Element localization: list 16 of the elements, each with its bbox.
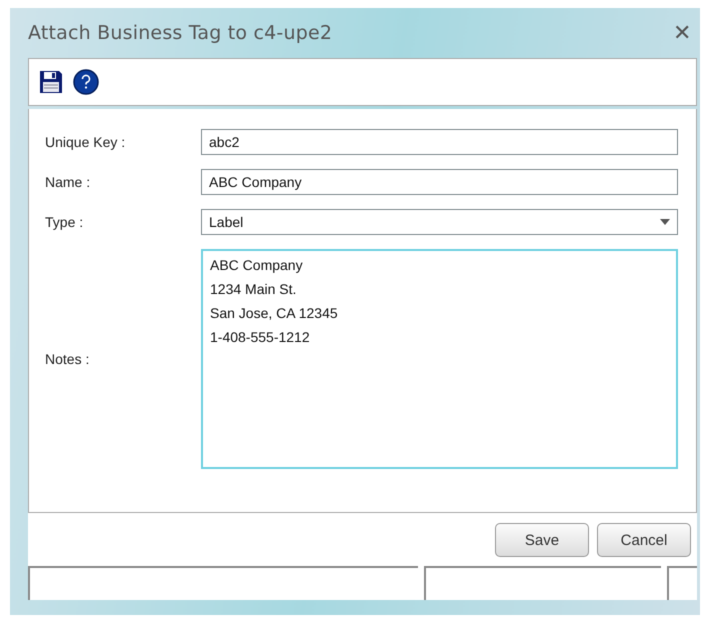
status-cell: [667, 566, 697, 600]
dialog-button[interactable]: Cancel: [597, 523, 691, 557]
field-label: Notes :: [45, 351, 90, 367]
type-dropdown[interactable]: Label: [201, 209, 678, 235]
save-icon[interactable]: [39, 70, 63, 94]
dialog-button[interactable]: Save: [495, 523, 589, 557]
field-label: Type :: [45, 214, 84, 230]
window-title: Attach Business Tag to c4-upe2: [28, 22, 332, 44]
close-button[interactable]: ✕: [667, 20, 697, 46]
text-field[interactable]: abc2: [201, 129, 678, 155]
help-icon[interactable]: [73, 69, 99, 95]
dropdown-arrow-icon: [660, 219, 670, 225]
field-label: Unique Key :: [45, 134, 126, 150]
field-label: Name :: [45, 174, 92, 190]
notes-field[interactable]: ABC Company 1234 Main St. San Jose, CA 12345 1-408-555-1212: [201, 249, 678, 469]
text-field[interactable]: ABC Company: [201, 169, 678, 195]
